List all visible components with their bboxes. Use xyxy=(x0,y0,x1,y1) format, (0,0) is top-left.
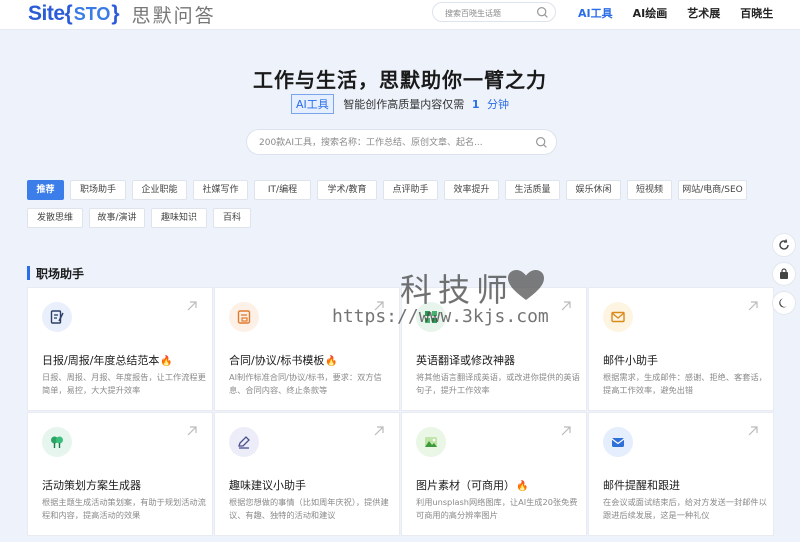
card-description: 将其他语言翻译成英语，或改进你提供的英语句子，提升工作效率 xyxy=(416,372,580,395)
hero-subtitle-row: AI工具 智能创作高质量内容仅需 1 分钟 xyxy=(0,94,800,114)
search-icon[interactable] xyxy=(535,136,548,149)
card-description: AI制作标准合同/协议/标书，要求：双方信息、合同内容、终止条款等 xyxy=(229,372,382,395)
top-search-box xyxy=(432,2,556,22)
nav-item-art-exhibition[interactable]: 艺术展 xyxy=(687,5,720,21)
arrow-up-right-icon xyxy=(748,301,758,311)
logo-cn-text: 思默问答 xyxy=(131,4,216,27)
image-icon xyxy=(416,427,446,457)
search-icon[interactable] xyxy=(536,6,549,19)
tool-card[interactable]: 趣味建议小助手 根据您想做的事情（比如周年庆祝），提供建议、有趣、独特的活动和建… xyxy=(214,412,400,536)
arrow-up-right-icon xyxy=(187,301,197,311)
fire-icon: 🔥 xyxy=(160,356,173,367)
refresh-icon xyxy=(779,239,789,250)
dark-mode-button[interactable] xyxy=(772,291,796,315)
heart-icon xyxy=(508,270,544,300)
nav-item-ai-tools[interactable]: AI工具 xyxy=(578,5,613,21)
collect-button[interactable] xyxy=(772,262,796,286)
nav-item-ai-painting[interactable]: AI绘画 xyxy=(633,5,668,21)
logo-brace-right: } xyxy=(111,2,120,25)
contract-icon xyxy=(229,302,259,332)
tool-card[interactable]: 邮件提醒和跟进 在会议或面试结束后，给对方发送一封邮件以跟进后续发展，这是一种礼… xyxy=(588,412,774,536)
section-accent-bar xyxy=(27,266,30,280)
site-logo[interactable]: Site { STO } 思默问答 xyxy=(28,1,216,27)
mail-reminder-icon xyxy=(603,427,633,457)
tool-card[interactable]: 邮件小助手 根据需求，生成邮件：感谢、拒绝、客套话，提高工作效率，避免出错 xyxy=(588,287,774,411)
card-title-text: 邮件提醒和跟进 xyxy=(603,479,680,492)
watermark-text: 科技师 xyxy=(400,271,515,309)
card-title-text: 邮件小助手 xyxy=(603,354,658,367)
logo-brace-left: { xyxy=(64,2,73,25)
tag-enterprise[interactable]: 企业职能 xyxy=(132,180,187,200)
card-description: 根据需求，生成邮件：感谢、拒绝、客套话，提高工作效率，避免出错 xyxy=(603,372,767,395)
tree-icon xyxy=(42,427,72,457)
tag-academic[interactable]: 学术/教育 xyxy=(317,180,377,200)
card-title: 合同/协议/标书模板🔥 xyxy=(229,352,338,368)
card-title-text: 活动策划方案生成器 xyxy=(42,479,141,492)
tool-card[interactable]: 活动策划方案生成器 根据主题生成活动策划案，有助于规划活动流程和内容，提高活动的… xyxy=(27,412,213,536)
top-search-input[interactable] xyxy=(445,6,535,20)
hero-title: 工作与生活，思默助你一臂之力 xyxy=(253,68,547,92)
arrow-up-right-icon xyxy=(187,426,197,436)
tag-web-ecommerce-seo[interactable]: 网站/电商/SEO xyxy=(678,180,747,200)
fire-icon: 🔥 xyxy=(516,481,529,492)
pen-icon xyxy=(229,427,259,457)
tag-it-programming[interactable]: IT/编程 xyxy=(254,180,311,200)
card-description: 根据主题生成活动策划案，有助于规划活动流程和内容，提高活动的效果 xyxy=(42,497,206,520)
card-description: 日报、周报、月报、年度报告，让工作流程更简单，易控，大大提升效率 xyxy=(42,372,206,395)
tag-short-video[interactable]: 短视频 xyxy=(627,180,672,200)
main-search-input[interactable] xyxy=(259,135,529,151)
card-title: 趣味建议小助手 xyxy=(229,477,306,493)
card-title-text: 合同/协议/标书模板 xyxy=(229,354,325,367)
watermark-url: https://www.3kjs.com xyxy=(332,306,549,327)
tag-workplace[interactable]: 职场助手 xyxy=(70,180,126,200)
hero-number: 1 xyxy=(471,98,480,111)
card-title: 活动策划方案生成器 xyxy=(42,477,141,493)
card-title-text: 图片素材（可商用） xyxy=(416,479,515,492)
card-title: 图片素材（可商用）🔥 xyxy=(416,477,528,493)
arrow-up-right-icon xyxy=(748,426,758,436)
card-description: 在会议或面试结束后，给对方发送一封邮件以跟进后续发展，这是一种礼仪 xyxy=(603,497,767,520)
main-search-box xyxy=(246,129,557,155)
ai-tools-badge: AI工具 xyxy=(291,94,334,114)
tag-encyclopedia[interactable]: 百科 xyxy=(213,208,251,228)
hero-unit: 分钟 xyxy=(486,98,509,111)
top-header: Site { STO } 思默问答 AI工具 AI绘画 艺术展 百晓生 xyxy=(0,0,800,30)
tag-entertainment[interactable]: 娱乐休闲 xyxy=(566,180,621,200)
card-title: 日报/周报/年度总结范本🔥 xyxy=(42,352,173,368)
card-title-text: 英语翻译或修改神器 xyxy=(416,354,515,367)
arrow-up-right-icon xyxy=(374,426,384,436)
bag-icon xyxy=(780,268,788,279)
mail-icon xyxy=(603,302,633,332)
nav-item-baixiaosheng[interactable]: 百晓生 xyxy=(740,5,773,21)
card-title: 英语翻译或修改神器 xyxy=(416,352,515,368)
arrow-up-right-icon xyxy=(561,426,571,436)
tag-divergent-thinking[interactable]: 发散思维 xyxy=(27,208,83,228)
tag-review[interactable]: 点评助手 xyxy=(383,180,438,200)
refresh-button[interactable] xyxy=(772,233,796,257)
tool-card[interactable]: 图片素材（可商用）🔥 利用unsplash网络图库，让AI生成20张免费可商用的… xyxy=(401,412,587,536)
arrow-up-right-icon xyxy=(561,301,571,311)
section-title: 职场助手 xyxy=(36,267,85,281)
edit-document-icon xyxy=(42,302,72,332)
card-title: 邮件提醒和跟进 xyxy=(603,477,680,493)
logo-sto-text: STO xyxy=(73,3,111,24)
tag-life-quality[interactable]: 生活质量 xyxy=(505,180,560,200)
tag-story-speech[interactable]: 故事/演讲 xyxy=(89,208,145,228)
tag-efficiency[interactable]: 效率提升 xyxy=(444,180,499,200)
tool-card[interactable]: 日报/周报/年度总结范本🔥 日报、周报、月报、年度报告，让工作流程更简单，易控，… xyxy=(27,287,213,411)
card-title-text: 日报/周报/年度总结范本 xyxy=(42,354,160,367)
logo-site-text: Site xyxy=(28,2,65,25)
card-title: 邮件小助手 xyxy=(603,352,658,368)
card-description: 根据您想做的事情（比如周年庆祝），提供建议、有趣、独特的活动和建议 xyxy=(229,497,389,520)
tag-social-writing[interactable]: 社媒写作 xyxy=(193,180,248,200)
fire-icon: 🔥 xyxy=(325,356,338,367)
main-nav: AI工具 AI绘画 艺术展 百晓生 xyxy=(578,5,793,21)
tag-recommend[interactable]: 推荐 xyxy=(27,180,64,200)
tag-fun-knowledge[interactable]: 趣味知识 xyxy=(151,208,207,228)
card-description: 利用unsplash网络图库，让AI生成20张免费可商用的高分辨率图片 xyxy=(416,497,578,520)
moon-icon xyxy=(779,298,787,308)
card-title-text: 趣味建议小助手 xyxy=(229,479,306,492)
hero-subtitle: 智能创作高质量内容仅需 xyxy=(343,98,465,111)
